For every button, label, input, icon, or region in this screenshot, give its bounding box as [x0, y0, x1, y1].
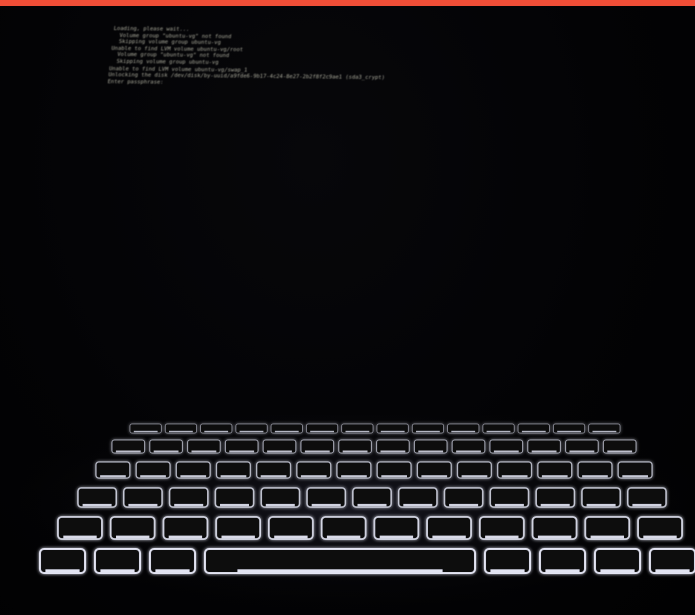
key-backlight-r2-11 [493, 450, 519, 453]
key-backlight-r2-6 [304, 450, 330, 453]
key-backlight-r1-7 [345, 430, 370, 433]
key-backlight-r3-1 [100, 475, 126, 478]
key-backlight-r4-10 [494, 503, 524, 507]
key-backlight-r2-14 [607, 450, 633, 453]
key-backlight-r3-12 [541, 475, 568, 478]
photo-frame: Loading, please wait... Volume group "ub… [0, 0, 695, 615]
key-backlight-r3-4 [220, 475, 247, 478]
key-backlight-r5-1 [63, 535, 97, 539]
key-backlight-r1-12 [521, 430, 546, 433]
key-backlight-r1-9 [416, 430, 440, 433]
key-backlight-r3-8 [381, 475, 407, 478]
key-backlight-r3-3 [180, 475, 207, 478]
key-backlight-r2-13 [569, 450, 595, 453]
key-backlight-r3-10 [461, 475, 488, 478]
key-backlight-r3-2 [140, 475, 166, 478]
key-backlight-r4-9 [449, 503, 479, 507]
key-backlight-r5-9 [485, 535, 519, 539]
key-backlight-r4-2 [128, 503, 158, 507]
key-backlight-r1-8 [380, 430, 405, 433]
key-backlight-r5-8 [432, 535, 466, 539]
key-backlight-r6-5 [490, 569, 525, 573]
key-backlight-r1-6 [310, 430, 334, 433]
key-backlight-r1-13 [557, 430, 581, 433]
key-backlight-r2-1 [115, 450, 141, 453]
keyboard-icon [20, 415, 695, 615]
key-backlight-r2-8 [380, 450, 406, 453]
key-backlight-r6-3 [155, 569, 190, 573]
key-backlight-r4-5 [265, 503, 295, 507]
key-backlight-r2-10 [456, 450, 481, 453]
key-backlight-r3-9 [421, 475, 448, 478]
key-backlight-r6-2 [100, 569, 135, 573]
key-backlight-r4-6 [311, 503, 341, 507]
key-backlight-r1-11 [486, 430, 511, 433]
key-backlight-r4-1 [82, 503, 112, 507]
key-backlight-r5-4 [221, 535, 255, 539]
key-backlight-r2-2 [153, 450, 179, 453]
key-backlight-r3-6 [300, 475, 327, 478]
key-backlight-r4-11 [540, 503, 570, 507]
key-backlight-r4-3 [174, 503, 204, 507]
key-backlight-r6-7 [600, 569, 635, 573]
key-backlight-r3-11 [501, 475, 528, 478]
key-backlight-r6-6 [545, 569, 580, 573]
key-backlight-r2-12 [531, 450, 557, 453]
key-backlight-r4-4 [220, 503, 249, 507]
key-backlight-r2-5 [267, 450, 292, 453]
key-backlight-r3-13 [582, 475, 608, 478]
key-backlight-r4-7 [357, 503, 387, 507]
key-backlight-r6-1 [45, 569, 80, 573]
key-backlight-r1-2 [169, 430, 193, 433]
key-backlight-r3-14 [622, 475, 648, 478]
key-backlight-r6-8 [655, 569, 690, 573]
key-backlight-r5-7 [379, 535, 414, 539]
key-backlight-r1-14 [592, 430, 617, 433]
key-backlight-r2-3 [191, 450, 217, 453]
key-backlight-r1-5 [274, 430, 299, 433]
key-backlight-r2-4 [229, 450, 255, 453]
key-backlight-r5-5 [274, 535, 308, 539]
key-backlight-r5-11 [590, 535, 624, 539]
key-backlight-r1-10 [451, 430, 476, 433]
key-backlight-r1-4 [239, 430, 264, 433]
key-backlight-r3-7 [341, 475, 367, 478]
key-backlight-r5-3 [168, 535, 203, 539]
key-backlight-r5-12 [643, 535, 677, 539]
key-backlight-r5-10 [537, 535, 572, 539]
key-backlight-r4-13 [632, 503, 662, 507]
key-backlight-r5-6 [326, 535, 361, 539]
key-backlight-r6-4 [237, 569, 443, 573]
key-backlight-r4-8 [403, 503, 433, 507]
backlit-keyboard [0, 410, 695, 615]
key-backlight-r2-7 [342, 450, 368, 453]
key-backlight-r5-2 [116, 535, 150, 539]
key-backlight-r1-3 [204, 430, 229, 433]
key-backlight-r3-5 [260, 475, 287, 478]
key-backlight-r2-9 [418, 450, 444, 453]
boot-console: Loading, please wait... Volume group "ub… [107, 26, 533, 90]
key-backlight-r4-12 [586, 503, 616, 507]
key-backlight-r1-1 [133, 430, 158, 433]
